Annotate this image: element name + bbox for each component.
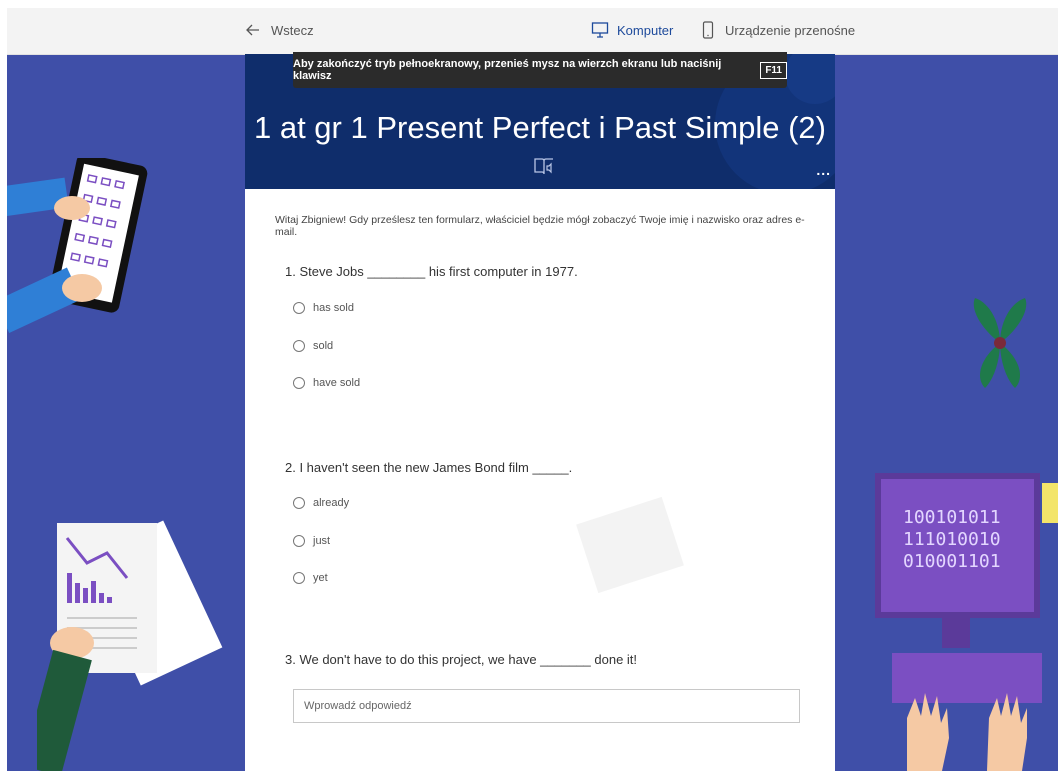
leaf-decoration [973,298,1027,388]
binary-line: 100101011 [903,507,1001,528]
phone-icon [702,21,714,39]
option-label: have sold [313,377,361,389]
fullscreen-key: F11 [760,61,787,79]
radio-button[interactable] [293,302,305,314]
sticky-note [1042,483,1058,523]
question-2-option[interactable]: just [293,535,330,547]
question-1-option[interactable]: has sold [293,302,354,314]
fullscreen-notice: Aby zakończyć tryb pełnoekranowy, przeni… [293,52,787,88]
app-stage: 100101011 111010010 010001101 Wstecz Kom… [7,8,1058,771]
monitor-stand [942,618,970,648]
question-1-option[interactable]: sold [293,340,333,352]
mobile-view-label: Urządzenie przenośne [725,22,856,38]
form-card: 1 at gr 1 Present Perfect i Past Simple … [245,52,835,771]
chart-papers-illustration [37,520,223,771]
back-label: Wstecz [271,22,314,38]
question-3-answer-input[interactable] [293,689,800,723]
question-1-option[interactable]: have sold [293,377,360,389]
radio-button[interactable] [293,340,305,352]
radio-button[interactable] [293,497,305,509]
immersive-reader-icon[interactable] [533,155,555,177]
preview-toolbar: Wstecz Komputer Urządzenie przenośne [7,8,1058,55]
question-3-title: 3. We don't have to do this project, we … [285,652,638,667]
binary-line: 010001101 [903,551,1001,572]
radio-button[interactable] [293,572,305,584]
fullscreen-notice-text: Aby zakończyć tryb pełnoekranowy, przeni… [293,58,722,82]
option-label: has sold [313,302,354,314]
option-label: just [313,535,331,547]
monitor-illustration: 100101011 111010010 010001101 [872,473,1058,771]
form-title-row: 1 at gr 1 Present Perfect i Past Simple … [245,110,835,182]
radio-button[interactable] [293,377,305,389]
arrow-left-icon [246,24,259,36]
form-title: 1 at gr 1 Present Perfect i Past Simple … [253,110,827,145]
background-decoration-card [576,496,684,594]
tablet-hands-illustration [7,158,148,334]
typing-hands [907,693,1027,771]
question-2-option[interactable]: yet [293,572,328,584]
form-intro: Witaj Zbigniew! Gdy prześlesz ten formul… [275,214,805,238]
radio-button[interactable] [293,535,305,547]
option-label: yet [313,572,328,584]
binary-line: 111010010 [903,529,1001,550]
question-2-option[interactable]: already [293,497,349,509]
mobile-view-button[interactable]: Urządzenie przenośne [699,21,855,39]
monitor-screen: 100101011 111010010 010001101 [875,473,1040,618]
desktop-view-label: Komputer [617,22,674,38]
option-label: already [313,497,350,509]
question-2-title: 2. I haven't seen the new James Bond fil… [285,460,573,475]
more-options-button[interactable]: ... [816,162,831,178]
desktop-view-button[interactable]: Komputer [591,21,673,39]
option-label: sold [313,340,334,352]
back-button[interactable]: Wstecz [245,22,314,38]
question-1-title: 1. Steve Jobs ________ his first compute… [285,264,578,279]
monitor-icon [591,22,609,38]
